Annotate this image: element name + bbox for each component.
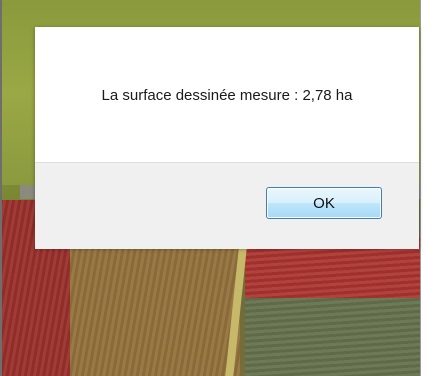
frame-border-left bbox=[0, 0, 2, 376]
ok-button[interactable]: OK bbox=[266, 187, 382, 219]
dialog-message: La surface dessinée mesure : 2,78 ha bbox=[101, 87, 353, 104]
dialog-body: La surface dessinée mesure : 2,78 ha bbox=[35, 27, 419, 162]
map-field-yellow bbox=[70, 230, 240, 376]
dialog-footer: OK bbox=[35, 162, 419, 249]
frame-margin bbox=[421, 0, 441, 376]
alert-dialog: La surface dessinée mesure : 2,78 ha OK bbox=[35, 27, 419, 249]
map-field-grey bbox=[245, 298, 430, 376]
